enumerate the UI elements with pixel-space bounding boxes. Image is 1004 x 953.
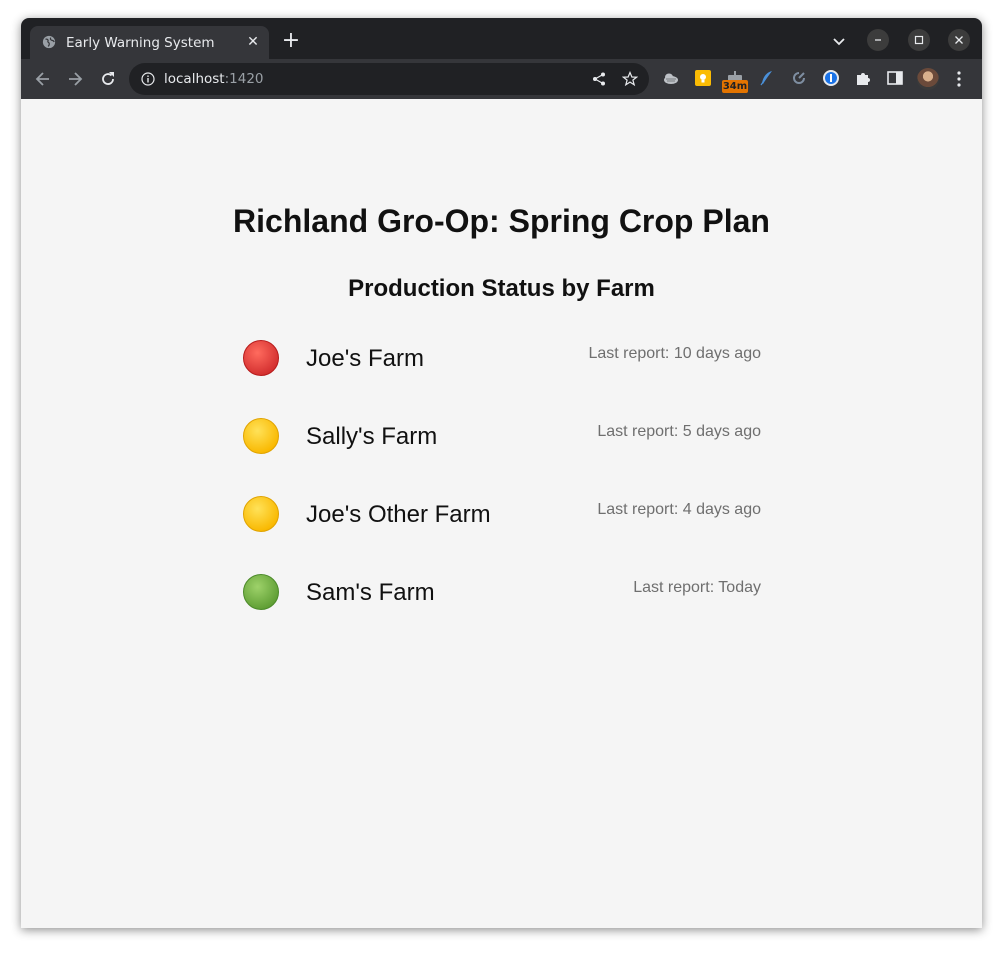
maximize-icon — [914, 35, 924, 45]
extension-password-manager-icon[interactable] — [822, 69, 840, 87]
maximize-button[interactable] — [908, 29, 930, 51]
url-host: localhost — [164, 71, 225, 87]
yellow-status-circle-icon — [243, 418, 279, 454]
close-tab-icon[interactable]: ✕ — [245, 34, 261, 50]
yellow-status-circle-icon — [243, 496, 279, 532]
side-panel-icon[interactable] — [886, 69, 904, 87]
back-arrow-icon[interactable] — [33, 69, 53, 89]
farm-list: Joe's Farm Last report: 10 days ago Sall… — [242, 337, 762, 649]
new-tab-icon[interactable]: + — [281, 30, 301, 52]
minimize-icon — [875, 39, 881, 41]
red-status-circle-icon — [243, 340, 279, 376]
last-report: Last report: 10 days ago — [588, 345, 761, 362]
url-text: localhost:1420 — [164, 71, 264, 87]
extensions-puzzle-icon[interactable] — [854, 69, 872, 87]
farm-name: Sally's Farm — [306, 423, 438, 450]
extension-feather-icon[interactable] — [758, 69, 776, 87]
browser-toolbar: localhost:1420 34m — [21, 59, 982, 99]
farm-row: Joe's Farm Last report: 10 days ago — [242, 337, 762, 415]
close-icon — [955, 36, 963, 44]
farm-row: Sam's Farm Last report: Today — [242, 571, 762, 649]
last-report: Last report: 4 days ago — [597, 501, 761, 518]
farm-row: Joe's Other Farm Last report: 4 days ago — [242, 493, 762, 571]
tab-title: Early Warning System — [66, 35, 215, 51]
url-port: :1420 — [224, 71, 264, 87]
more-menu-icon[interactable] — [953, 70, 965, 88]
close-window-button[interactable] — [948, 29, 970, 51]
farm-name: Joe's Farm — [306, 345, 424, 372]
chevron-down-icon[interactable] — [831, 33, 847, 49]
tab-early-warning-system[interactable]: Early Warning System ✕ — [30, 26, 269, 59]
tab-strip: Early Warning System ✕ + — [21, 18, 982, 59]
share-icon[interactable] — [591, 71, 607, 87]
address-bar[interactable]: localhost:1420 — [129, 63, 649, 95]
profile-avatar[interactable] — [917, 68, 939, 90]
last-report: Last report: 5 days ago — [597, 423, 761, 440]
page-title: Richland Gro-Op: Spring Crop Plan — [233, 203, 770, 239]
extension-badge: 34m — [722, 80, 748, 93]
bookmark-star-icon[interactable] — [622, 71, 638, 87]
globe-icon — [42, 35, 56, 49]
minimize-button[interactable] — [867, 29, 889, 51]
browser-window: Early Warning System ✕ + localhost:1420 … — [21, 18, 982, 928]
extension-refresh-icon[interactable] — [790, 69, 808, 87]
reload-icon[interactable] — [98, 69, 118, 89]
farm-row: Sally's Farm Last report: 5 days ago — [242, 415, 762, 493]
section-title: Production Status by Farm — [348, 275, 655, 302]
extension-clouds-icon[interactable] — [662, 69, 680, 87]
page-content: Richland Gro-Op: Spring Crop Plan Produc… — [21, 99, 982, 928]
info-icon[interactable] — [141, 72, 155, 86]
green-status-circle-icon — [243, 574, 279, 610]
forward-arrow-icon[interactable] — [65, 69, 85, 89]
farm-name: Joe's Other Farm — [306, 501, 491, 528]
last-report: Last report: Today — [633, 579, 761, 596]
extension-keep-icon[interactable] — [694, 69, 712, 87]
farm-name: Sam's Farm — [306, 579, 435, 606]
